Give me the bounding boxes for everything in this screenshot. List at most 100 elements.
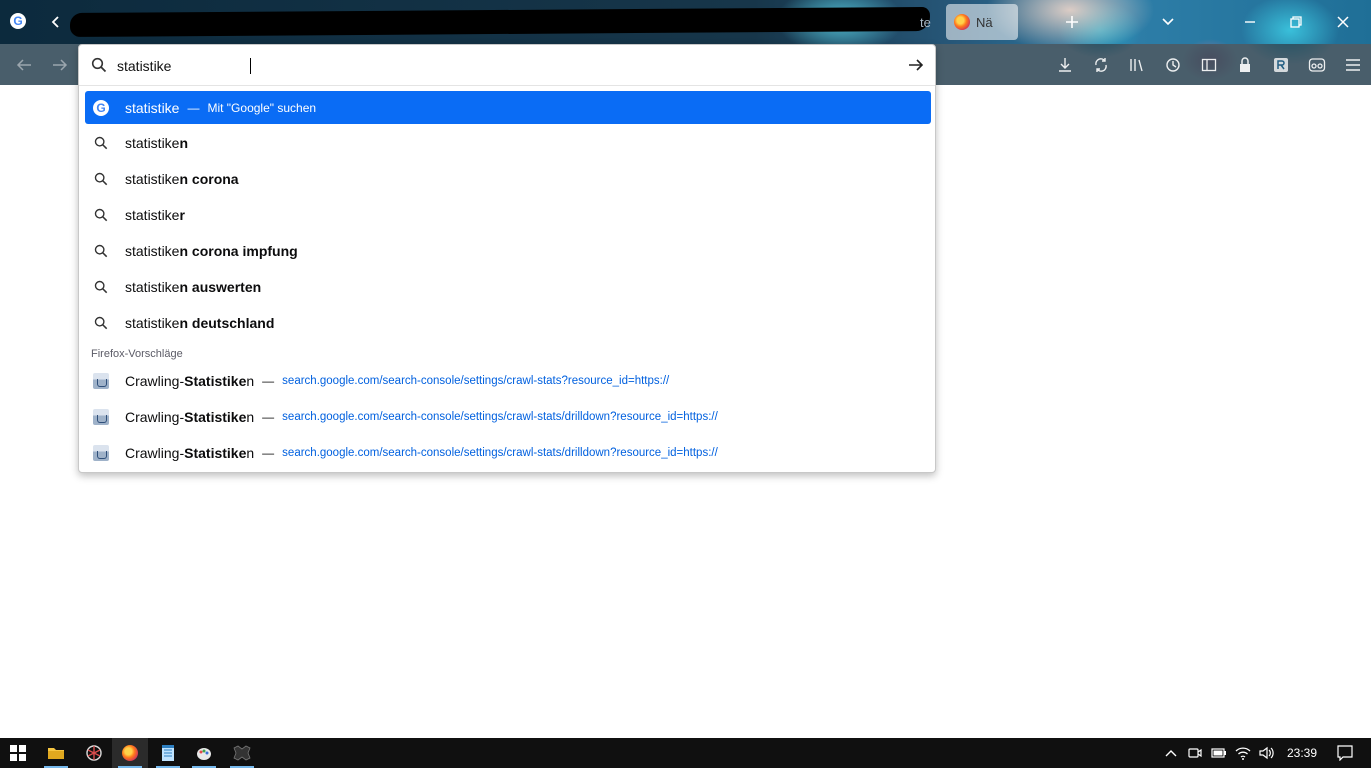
browser-window: G te Nä statistike G statistike — Mit "G… [0, 0, 1371, 768]
url-bar-dropdown: G statistike — Mit "Google" suchen stati… [78, 44, 936, 473]
mask-extension-button[interactable] [1299, 44, 1335, 85]
suggestion-title-prefix: Crawling- [125, 373, 185, 389]
taskbar-app-davinci[interactable] [76, 738, 112, 768]
firefox-suggestion[interactable]: Crawling- Statistike n — search.google.com… [85, 399, 931, 435]
search-icon [93, 207, 109, 223]
url-bar [79, 45, 935, 86]
firefox-icon [954, 14, 970, 30]
search-icon [93, 243, 109, 259]
new-tab-button[interactable] [1062, 12, 1082, 32]
close-window-button[interactable] [1333, 12, 1353, 32]
battery-button[interactable] [1207, 738, 1231, 768]
list-all-tabs-button[interactable] [1158, 12, 1178, 32]
notepad-icon [162, 745, 174, 761]
restore-icon [1290, 16, 1302, 28]
library-button[interactable] [1119, 44, 1155, 85]
toolbar-right-group [1047, 44, 1371, 85]
google-icon: G [10, 13, 26, 29]
folder-icon [48, 748, 64, 759]
volume-button[interactable] [1255, 738, 1279, 768]
sidebar-icon [1201, 58, 1217, 71]
network-button[interactable] [1231, 738, 1255, 768]
suggestion-action: Mit "Google" suchen [207, 100, 317, 115]
taskbar-paint[interactable] [186, 738, 222, 768]
r-extension-button[interactable] [1263, 44, 1299, 85]
taskbar-notepad[interactable] [150, 738, 186, 768]
back-button[interactable] [14, 55, 34, 75]
url-input[interactable] [117, 53, 887, 79]
suggestion-title-suffix: n [246, 445, 255, 461]
suggestion-typed: statistike [125, 171, 180, 187]
suggestion-title-match: Statistike [184, 373, 247, 389]
active-tab-title: Nä [976, 14, 993, 30]
chevron-down-icon [1162, 18, 1174, 26]
suggestion-title-suffix: n [246, 373, 255, 389]
suggestion-completion: n corona impfung [179, 243, 298, 259]
suggestion-google-search[interactable]: G statistike — Mit "Google" suchen [85, 91, 931, 124]
google-icon: G [93, 99, 109, 116]
suggestion-separator: — [187, 100, 200, 115]
minimize-button[interactable] [1240, 12, 1260, 32]
show-hidden-icons-button[interactable] [1159, 738, 1183, 768]
page-favicon-icon [93, 409, 109, 425]
menu-button[interactable] [1335, 44, 1371, 85]
chevron-left-icon [51, 16, 59, 28]
restore-button[interactable] [1286, 12, 1306, 32]
search-suggestion[interactable]: statistike n corona [85, 161, 931, 197]
text-caret [250, 58, 251, 74]
app-icon [233, 745, 251, 761]
suggestion-typed: statistike [125, 315, 180, 331]
firefox-suggestion[interactable]: Crawling- Statistike n — search.google.com… [85, 363, 931, 399]
suggestion-url: search.google.com/search-console/setting… [282, 411, 718, 423]
suggestion-separator: — [262, 446, 275, 460]
suggestion-completion: r [179, 207, 185, 223]
suggestion-completion: n auswerten [179, 279, 262, 295]
page-favicon-icon [93, 373, 109, 389]
tab-scroll-left-button[interactable] [46, 12, 66, 32]
action-center-button[interactable] [1333, 738, 1357, 768]
suggestion-url: search.google.com/search-console/setting… [282, 447, 718, 459]
download-icon [1059, 57, 1071, 72]
lock-extension-button[interactable] [1227, 44, 1263, 85]
meet-now-button[interactable] [1183, 738, 1207, 768]
suggestion-typed: statistike [125, 279, 180, 295]
start-button[interactable] [0, 738, 36, 768]
suggestion-completion: n [179, 135, 189, 151]
suggestion-list: G statistike — Mit "Google" suchen stati… [85, 91, 931, 471]
arrow-left-icon [16, 59, 31, 71]
firefox-suggestion[interactable]: Crawling- Statistike n — search.google.com… [85, 435, 931, 471]
lock-icon [1240, 56, 1250, 72]
taskbar-app-dark[interactable] [224, 738, 260, 768]
library-icon [1130, 58, 1143, 71]
search-suggestion[interactable]: statistike n [85, 125, 931, 161]
go-arrow-icon[interactable] [907, 56, 925, 74]
sync-button[interactable] [1083, 44, 1119, 85]
paint-icon [197, 748, 211, 760]
taskbar: 23:39 [0, 738, 1371, 768]
search-icon [93, 135, 109, 151]
search-suggestion[interactable]: statistike n auswerten [85, 269, 931, 305]
google-tab-favicon[interactable]: G [10, 13, 26, 29]
firefox-icon [122, 745, 138, 761]
search-suggestion[interactable]: statistike n corona impfung [85, 233, 931, 269]
suggestion-title-match: Statistike [184, 445, 247, 461]
search-suggestion[interactable]: statistike r [85, 197, 931, 233]
chevron-up-icon [1165, 750, 1177, 757]
suggestion-title-suffix: n [246, 409, 255, 425]
sidebar-button[interactable] [1191, 44, 1227, 85]
search-icon [91, 57, 107, 73]
active-tab[interactable]: Nä [946, 4, 1018, 40]
taskbar-file-explorer[interactable] [38, 738, 74, 768]
taskbar-firefox[interactable] [112, 738, 148, 768]
suggestion-completion: n deutschland [179, 315, 275, 331]
downloads-button[interactable] [1047, 44, 1083, 85]
battery-icon [1211, 748, 1226, 758]
search-suggestion[interactable]: statistike n deutschland [85, 305, 931, 341]
clock-icon [1166, 57, 1180, 72]
history-button[interactable] [1155, 44, 1191, 85]
tab-title-fragment[interactable]: te [920, 15, 931, 30]
plus-icon [1066, 16, 1078, 28]
redacted-tabs [69, 6, 931, 38]
forward-button[interactable] [50, 55, 70, 75]
clock[interactable]: 23:39 [1287, 746, 1317, 760]
